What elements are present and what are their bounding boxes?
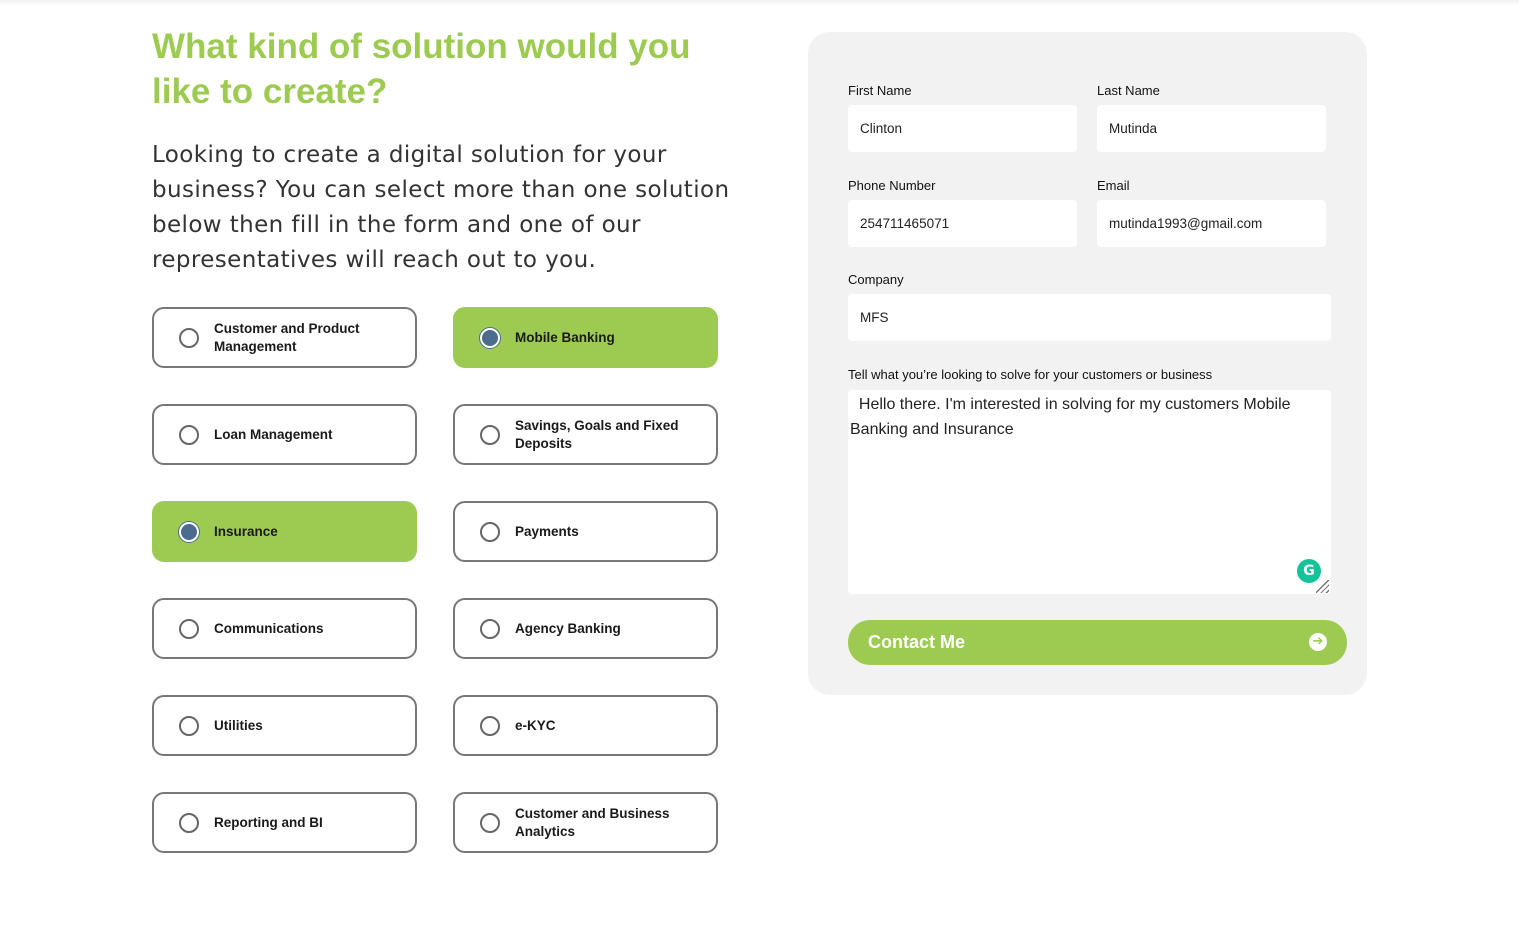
option-customer-product-management[interactable]: Customer and Product Management <box>152 307 417 368</box>
option-label: Insurance <box>214 523 278 539</box>
option-e-kyc[interactable]: e-KYC <box>453 695 718 756</box>
radio-button[interactable] <box>480 521 500 542</box>
email-label: Email <box>1097 178 1130 193</box>
option-insurance[interactable]: Insurance <box>152 501 417 562</box>
solution-options: Customer and Product Management Mobile B… <box>152 307 718 853</box>
option-communications[interactable]: Communications <box>152 598 417 659</box>
option-mobile-banking[interactable]: Mobile Banking <box>453 307 718 368</box>
last-name-label: Last Name <box>1097 83 1160 98</box>
radio-button[interactable] <box>480 424 500 445</box>
option-payments[interactable]: Payments <box>453 501 718 562</box>
contact-me-label: Contact Me <box>868 632 966 652</box>
option-label: Loan Management <box>214 426 333 442</box>
message-label: Tell what you’re looking to solve for yo… <box>848 367 1213 382</box>
contact-me-button[interactable]: Contact Me ➔ <box>848 620 1347 665</box>
option-loan-management[interactable]: Loan Management <box>152 404 417 465</box>
option-reporting-bi[interactable]: Reporting and BI <box>152 792 417 853</box>
email-field[interactable] <box>1097 200 1326 247</box>
option-utilities[interactable]: Utilities <box>152 695 417 756</box>
option-label: Reporting and BI <box>214 814 323 830</box>
intro-text: Looking to create a digital solution for… <box>152 142 730 273</box>
radio-button[interactable] <box>179 424 199 445</box>
arrow-circle-right-icon: ➔ <box>1309 633 1327 651</box>
phone-label: Phone Number <box>848 178 936 193</box>
option-agency-banking[interactable]: Agency Banking <box>453 598 718 659</box>
last-name-field[interactable] <box>1097 105 1326 152</box>
option-label: Utilities <box>214 717 263 733</box>
radio-button[interactable] <box>179 715 199 736</box>
option-label: Mobile Banking <box>515 329 615 345</box>
option-customer-business-analytics[interactable]: Customer and Business Analytics <box>453 792 718 853</box>
first-name-field[interactable] <box>848 105 1077 152</box>
radio-button[interactable] <box>179 327 199 348</box>
option-label: Customer and Business Analytics <box>515 805 670 839</box>
option-label: Payments <box>515 523 579 539</box>
message-textarea[interactable]: Hello there. I'm interested in solving f… <box>848 390 1331 594</box>
radio-button[interactable] <box>480 715 500 736</box>
option-label: Savings, Goals and Fixed Deposits <box>515 417 679 451</box>
radio-button[interactable] <box>179 618 199 639</box>
option-label: Communications <box>214 620 324 636</box>
option-label: Agency Banking <box>515 620 621 636</box>
radio-button[interactable] <box>179 521 199 542</box>
company-field[interactable] <box>848 294 1331 341</box>
option-label: e-KYC <box>515 717 556 733</box>
option-savings-goals-fixed-deposits[interactable]: Savings, Goals and Fixed Deposits <box>453 404 718 465</box>
header-shadow <box>0 0 1519 6</box>
resize-handle-icon[interactable] <box>1316 580 1329 593</box>
option-label: Customer and Product Management <box>214 320 360 354</box>
page-title: What kind of solution would you like to … <box>152 27 691 111</box>
radio-button[interactable] <box>480 618 500 639</box>
contact-form: First Name Last Name Phone Number Email … <box>808 32 1367 695</box>
company-label: Company <box>848 272 904 287</box>
radio-button[interactable] <box>480 327 500 348</box>
phone-field[interactable] <box>848 200 1077 247</box>
radio-button[interactable] <box>480 812 500 833</box>
radio-button[interactable] <box>179 812 199 833</box>
first-name-label: First Name <box>848 83 912 98</box>
